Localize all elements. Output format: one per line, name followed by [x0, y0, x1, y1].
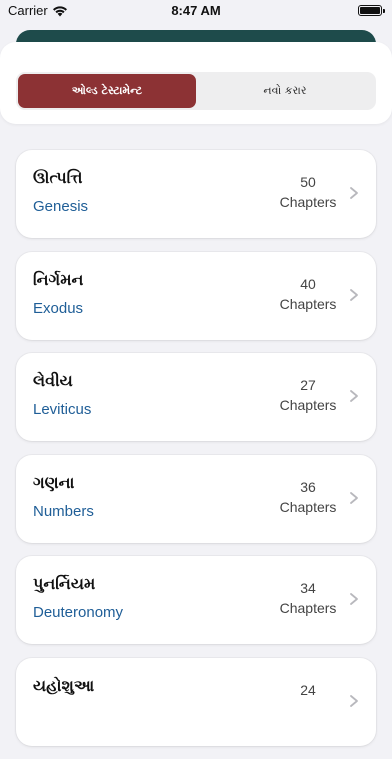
- chevron-right-icon: [350, 491, 358, 504]
- chapter-number: 36: [300, 478, 316, 495]
- chapter-label: Chapters: [279, 295, 337, 312]
- testament-segmented-control: ઓલ્ડ ટેસ્ટામેન્ટ નવો કરાર: [16, 72, 376, 110]
- book-card-genesis[interactable]: ઊત્પત્તિ Genesis 50 Chapters: [16, 150, 376, 238]
- book-name-english: Genesis: [33, 198, 89, 215]
- book-card-leviticus[interactable]: લેવીય Leviticus 27 Chapters: [16, 353, 376, 441]
- chevron-right-icon: [350, 593, 358, 605]
- chevron-right-icon: [350, 288, 358, 301]
- tab-new-testament[interactable]: નવો કરાર: [196, 74, 374, 108]
- chevron-right-icon: [350, 187, 358, 199]
- book-name-gujarati: ઊત્પત્તિ: [33, 168, 83, 187]
- chapter-number: 40: [300, 275, 316, 292]
- book-card-deuteronomy[interactable]: પુનર્નિયમ Deuteronomy 34 Chapters: [16, 556, 376, 644]
- testament-sheet: ઓલ્ડ ટેસ્ટામેન્ટ નવો કરાર: [0, 42, 392, 124]
- chapter-label: Chapters: [279, 600, 337, 616]
- chapter-label: Chapters: [279, 194, 337, 210]
- book-card-exodus[interactable]: નિર્ગમન Exodus 40 Chapters: [16, 251, 376, 340]
- clock: 8:47 AM: [171, 3, 221, 18]
- chapter-number: 27: [300, 377, 316, 393]
- chapter-label: Chapters: [279, 397, 337, 413]
- chapter-count: 40 Chapters: [278, 274, 338, 314]
- book-card-numbers[interactable]: ગણના Numbers 36 Chapters: [16, 454, 376, 543]
- chapter-count: 24: [278, 680, 338, 700]
- book-list: ઊત્પત્તિ Genesis 50 Chapters નિર્ગમન Exo…: [16, 150, 376, 759]
- chapter-count: 50 Chapters: [278, 172, 338, 212]
- status-bar: Carrier 8:47 AM: [0, 0, 392, 24]
- chapter-label: Chapters: [279, 498, 337, 515]
- book-name-gujarati: પુનર્નિયમ: [33, 574, 96, 593]
- book-name-english: Numbers: [33, 502, 94, 520]
- chapter-count: 34 Chapters: [278, 578, 338, 618]
- tab-old-testament[interactable]: ઓલ્ડ ટેસ્ટામેન્ટ: [18, 74, 196, 108]
- chapter-number: 34: [300, 580, 316, 596]
- book-name-english: Leviticus: [33, 401, 92, 418]
- book-name-english: Exodus: [33, 299, 84, 317]
- book-name-gujarati: લેવીય: [33, 371, 73, 390]
- chapter-count: 36 Chapters: [278, 477, 338, 517]
- chapter-number: 50: [300, 174, 316, 190]
- book-name-gujarati: નિર્ગમન: [33, 269, 84, 289]
- chevron-right-icon: [350, 390, 358, 402]
- chapter-count: 27 Chapters: [278, 375, 338, 415]
- book-name-gujarati: યહોશુઆ: [33, 675, 95, 695]
- book-name-gujarati: ગણના: [33, 472, 75, 492]
- book-card-joshua[interactable]: યહોશુઆ 24: [16, 657, 376, 746]
- book-name-english: Deuteronomy: [33, 604, 124, 621]
- chapter-number: 24: [300, 681, 316, 698]
- battery-icon: [358, 5, 385, 16]
